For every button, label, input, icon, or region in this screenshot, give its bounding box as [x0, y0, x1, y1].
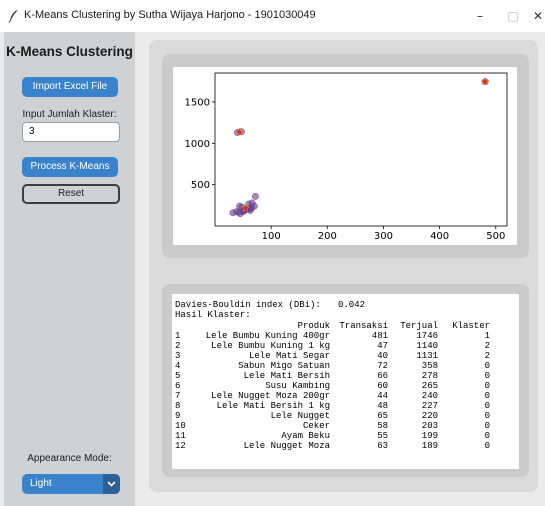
x-tick-label: 100 — [262, 231, 281, 242]
row-transaksi: 66 — [377, 371, 388, 381]
row-klaster: 0 — [484, 441, 490, 451]
x-tick-label: 400 — [430, 231, 449, 242]
scatter-chart: 100 200 300 400 500 500 1000 1500 — [173, 67, 517, 245]
row-transaksi: 48 — [377, 401, 388, 411]
row-klaster: 0 — [484, 401, 490, 411]
row-transaksi: 47 — [377, 341, 388, 351]
row-klaster: 0 — [484, 371, 490, 381]
column-header-terjual: Terjual — [400, 321, 438, 331]
cluster-count-input[interactable]: 3 — [22, 122, 120, 142]
row-produk: Lele Mati Bersih — [243, 371, 330, 381]
row-produk: Lele Mati Bersih 1 kg — [216, 401, 330, 411]
y-tick-label: 1500 — [185, 97, 210, 108]
row-klaster: 0 — [484, 411, 490, 421]
row-terjual: 1140 — [416, 341, 438, 351]
dbi-label: Davies-Bouldin index (DBi): — [175, 300, 321, 310]
x-tick-label: 200 — [318, 231, 337, 242]
row-klaster: 0 — [484, 361, 490, 371]
plot-frame — [214, 72, 508, 227]
data-point — [236, 210, 244, 218]
y-tick-label: 500 — [191, 180, 210, 191]
row-klaster: 0 — [484, 381, 490, 391]
row-transaksi: 72 — [377, 361, 388, 371]
row-terjual: 278 — [421, 371, 438, 381]
results-textbox[interactable]: Davies-Bouldin index (DBi): 0.042 Hasil … — [172, 294, 519, 469]
row-produk: Ceker — [302, 421, 330, 431]
row-terjual: 220 — [421, 411, 438, 421]
dbi-value: 0.042 — [338, 300, 366, 310]
import-excel-button[interactable]: Import Excel File — [22, 77, 118, 97]
row-terjual: 1131 — [416, 351, 438, 361]
title-bar: K-Means Clustering by Sutha Wijaya Harjo… — [0, 0, 545, 32]
row-transaksi: 60 — [377, 381, 388, 391]
sidebar: K-Means Clustering Import Excel File Inp… — [4, 32, 135, 506]
row-transaksi: 65 — [377, 411, 388, 421]
row-produk: Ayam Beku — [281, 431, 330, 441]
appearance-mode-select[interactable]: Light — [22, 474, 120, 494]
row-produk: Lele Nugget — [270, 411, 330, 421]
maximize-button[interactable]: □ — [503, 6, 523, 26]
row-terjual: 240 — [421, 391, 438, 401]
row-terjual: 189 — [421, 441, 438, 451]
close-button[interactable]: ✕ — [528, 6, 545, 26]
row-klaster: 1 — [484, 331, 490, 341]
minimize-button[interactable]: – — [470, 6, 490, 26]
data-point — [251, 192, 259, 200]
row-klaster: 0 — [484, 431, 490, 441]
row-terjual: 358 — [421, 361, 438, 371]
appearance-mode-label: Appearance Mode: — [27, 453, 112, 464]
row-produk: Lele Bumbu Kuning 400gr — [205, 331, 330, 341]
row-terjual: 199 — [421, 431, 438, 441]
window-title: K-Means Clustering by Sutha Wijaya Harjo… — [24, 9, 316, 21]
x-tick-label: 300 — [374, 231, 393, 242]
row-produk: Lele Nugget Moza 200gr — [211, 391, 330, 401]
results-heading: Hasil Klaster: — [175, 310, 251, 320]
cluster-count-label: Input Jumlah Klaster: — [22, 109, 117, 120]
x-tick-label: 500 — [486, 231, 505, 242]
row-klaster: 2 — [484, 351, 490, 361]
dropdown-arrow[interactable] — [103, 474, 120, 494]
row-terjual: 265 — [421, 381, 438, 391]
row-transaksi: 63 — [377, 441, 388, 451]
row-produk: Sabun Migo Satuan — [238, 361, 330, 371]
row-produk: Lele Nugget Moza — [243, 441, 330, 451]
row-produk: Lele Bumbu Kuning 1 kg — [211, 341, 330, 351]
scatter-plot-svg: 100 200 300 400 500 500 1000 1500 — [185, 72, 508, 242]
row-transaksi: 40 — [377, 351, 388, 361]
row-transaksi: 55 — [377, 431, 388, 441]
row-transaksi: 44 — [377, 391, 388, 401]
chevron-down-icon — [107, 481, 116, 487]
row-transaksi: 58 — [377, 421, 388, 431]
row-klaster: 0 — [484, 391, 490, 401]
row-produk: Susu Kambing — [265, 381, 330, 391]
process-kmeans-button[interactable]: Process K-Means — [22, 157, 118, 177]
row-terjual: 203 — [421, 421, 438, 431]
column-header-klaster: Klaster — [452, 321, 490, 331]
row-terjual: 1746 — [416, 331, 438, 341]
sidebar-title: K-Means Clustering — [6, 44, 133, 59]
reset-button[interactable]: Reset — [22, 184, 120, 204]
appearance-mode-value: Light — [30, 478, 52, 489]
row-transaksi: 481 — [371, 331, 388, 341]
feather-icon — [8, 10, 18, 23]
row-klaster: 0 — [484, 421, 490, 431]
row-klaster: 2 — [484, 341, 490, 351]
row-terjual: 227 — [421, 401, 438, 411]
column-header-transaksi: Transaksi — [339, 321, 388, 331]
y-tick-label: 1000 — [185, 139, 210, 150]
row-produk: Lele Mati Segar — [248, 351, 330, 361]
app-window: K-Means Clustering by Sutha Wijaya Harjo… — [0, 0, 545, 506]
column-header-produk: Produk — [297, 321, 330, 331]
